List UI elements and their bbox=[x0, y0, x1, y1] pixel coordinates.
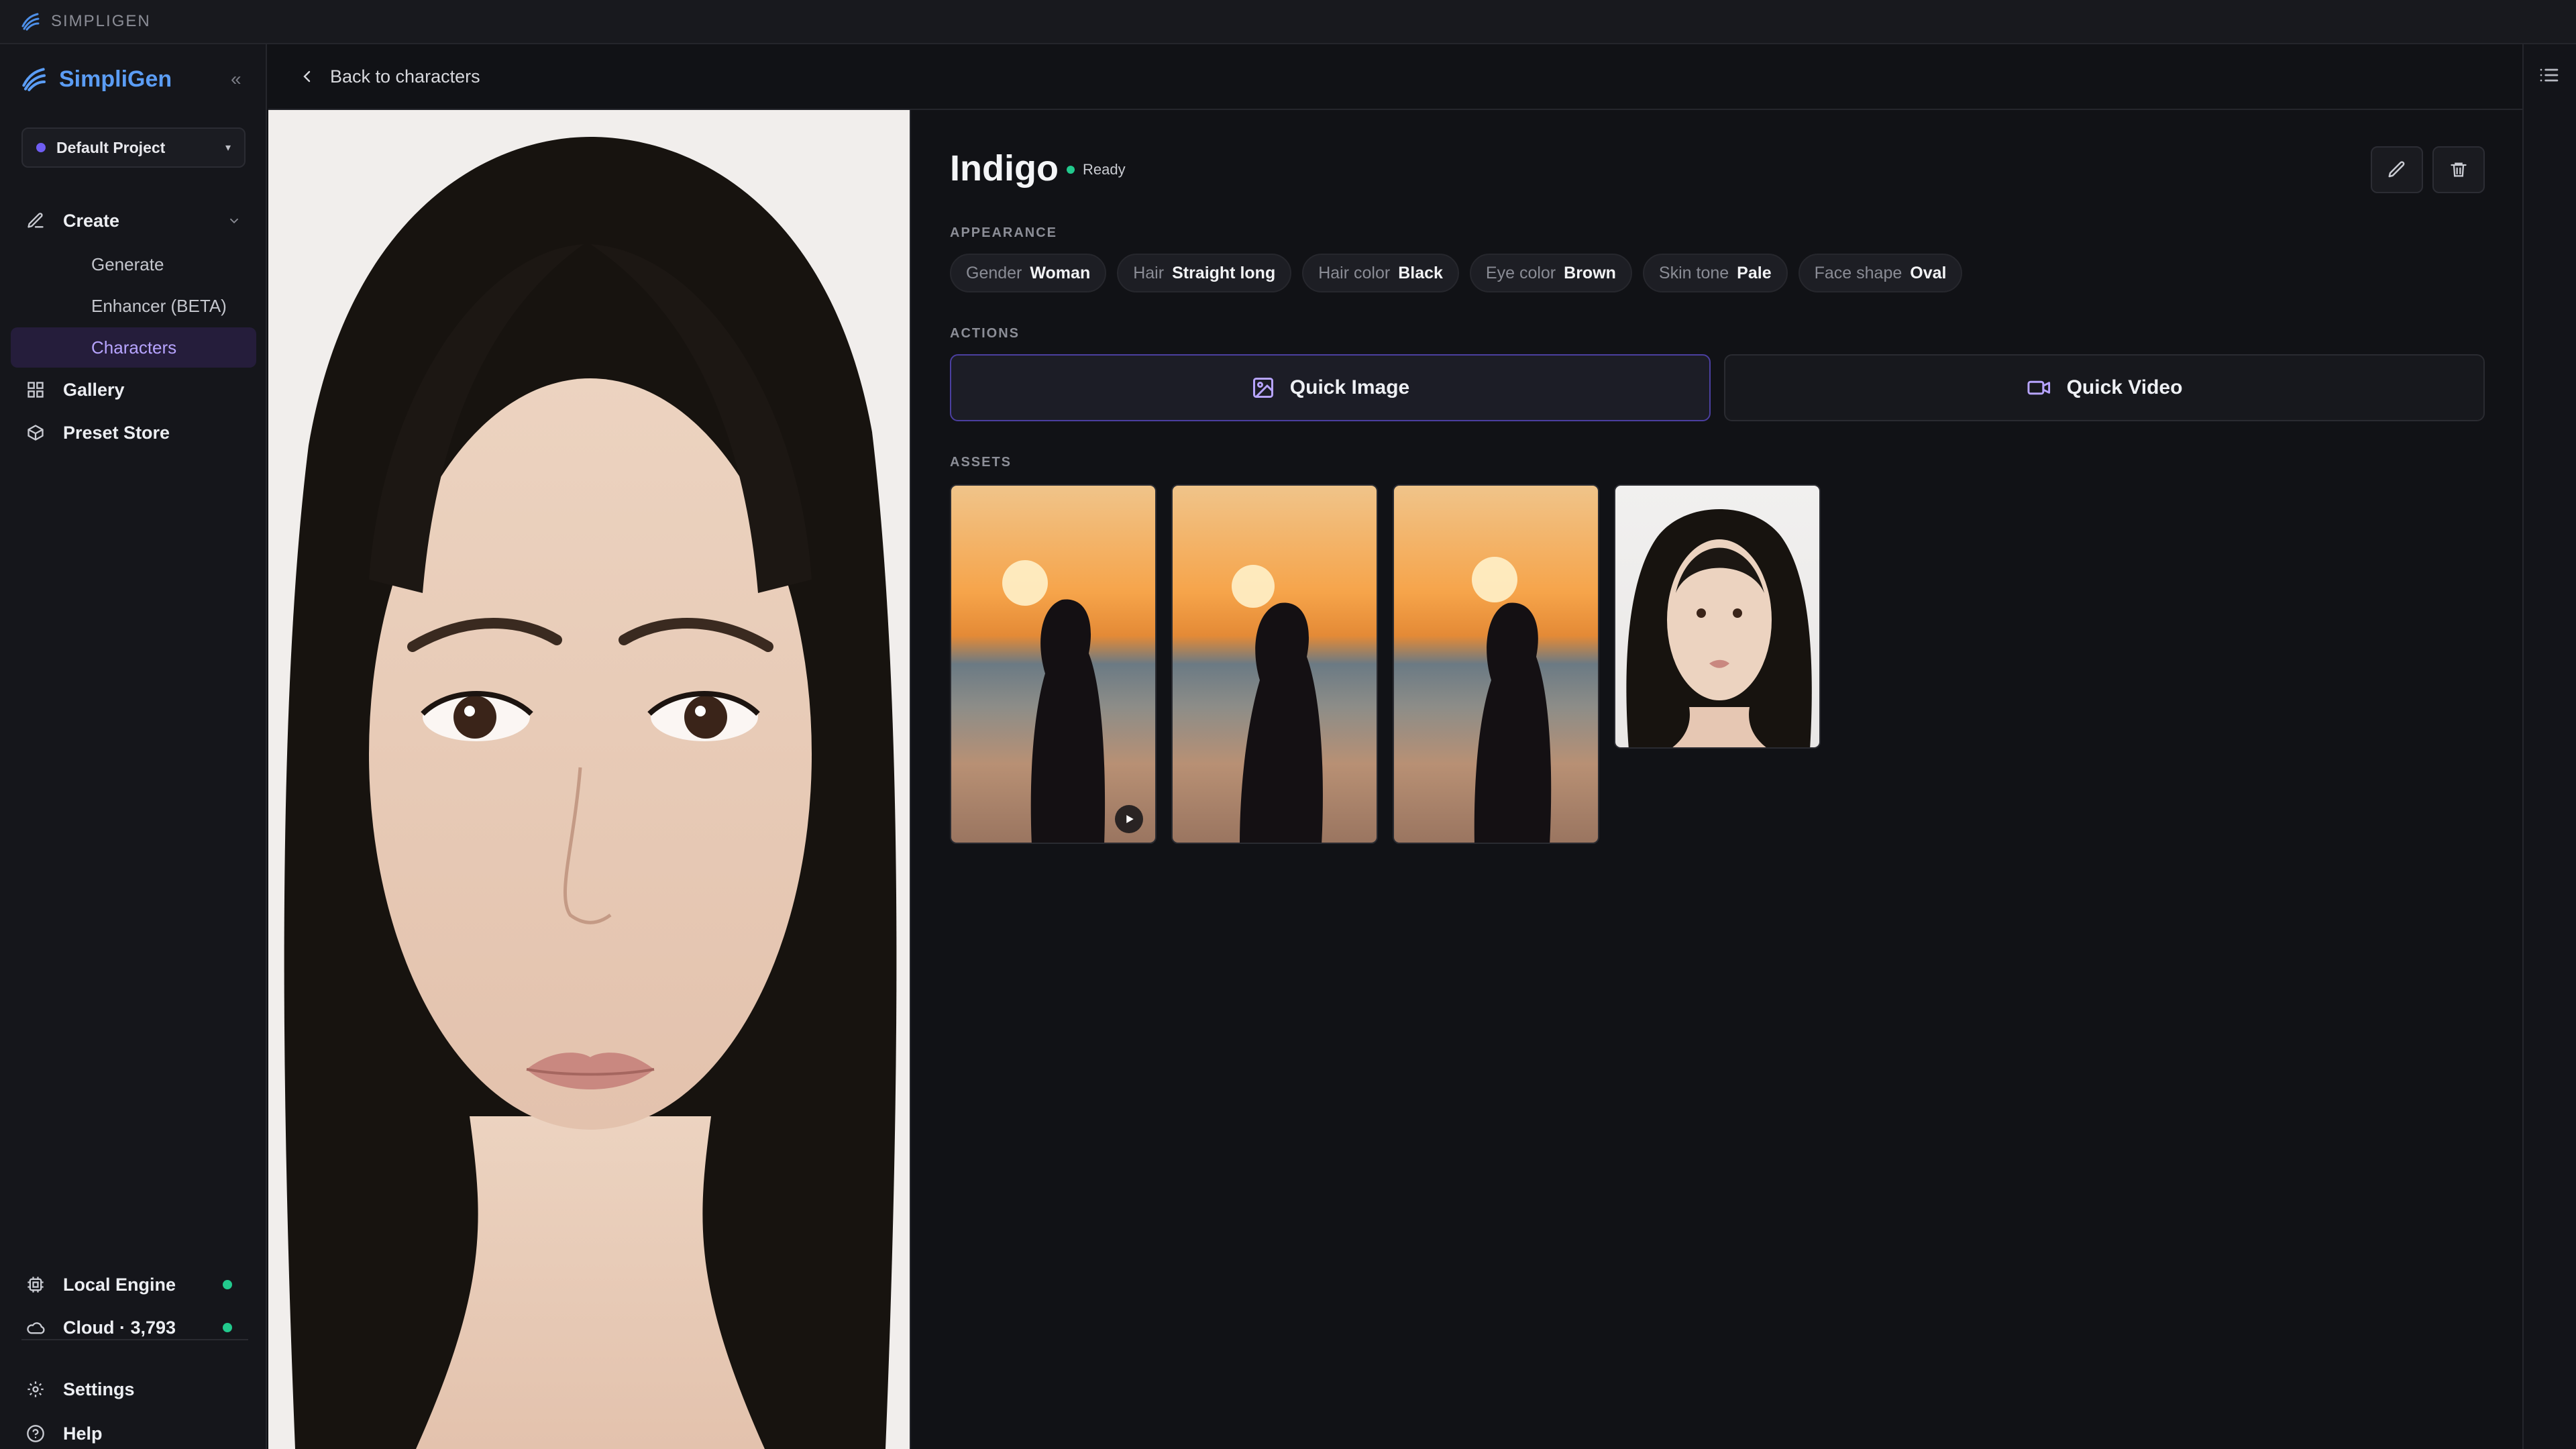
nav-cloud[interactable]: Cloud · 3,793 bbox=[11, 1308, 256, 1347]
chip-value: Straight long bbox=[1172, 263, 1276, 282]
local-engine-status-dot bbox=[223, 1280, 232, 1289]
nav-preset-store[interactable]: Preset Store bbox=[11, 413, 256, 452]
nav-gallery[interactable]: Gallery bbox=[11, 370, 256, 409]
nav-local-engine[interactable]: Local Engine bbox=[11, 1265, 256, 1304]
brand-name: SimpliGen bbox=[59, 66, 172, 92]
chip-hair: Hair Straight long bbox=[1117, 254, 1292, 292]
app-title: SIMPLIGEN bbox=[51, 12, 151, 30]
app-logo-icon bbox=[21, 13, 40, 31]
quick-image-label: Quick Image bbox=[1289, 376, 1410, 398]
chip-key: Skin tone bbox=[1658, 263, 1729, 282]
nav-help[interactable]: Help bbox=[11, 1414, 256, 1449]
collapse-sidebar-icon[interactable]: « bbox=[231, 68, 241, 90]
project-selector[interactable]: Default Project ▾ bbox=[21, 127, 246, 168]
nav-gallery-label: Gallery bbox=[63, 379, 125, 400]
sidebar-item-generate[interactable]: Generate bbox=[11, 244, 256, 284]
cloud-icon bbox=[25, 1318, 46, 1338]
brand-logo-icon bbox=[22, 68, 46, 91]
play-icon bbox=[1115, 805, 1143, 833]
appearance-heading: APPEARANCE bbox=[950, 225, 1058, 240]
nav-create-label: Create bbox=[63, 210, 120, 231]
asset-image bbox=[1472, 557, 1552, 843]
chip-hair-color: Hair color Black bbox=[1302, 254, 1459, 292]
grid-icon bbox=[25, 380, 46, 400]
character-detail: Indigo Ready APPEARANCE Gender Woman Hai… bbox=[912, 110, 2522, 1449]
chip-key: Face shape bbox=[1814, 263, 1902, 282]
chip-skin-tone: Skin tone Pale bbox=[1642, 254, 1788, 292]
quick-image-button[interactable]: Quick Image bbox=[950, 354, 1711, 421]
nav-local-engine-label: Local Engine bbox=[63, 1274, 176, 1295]
chip-value: Pale bbox=[1737, 263, 1772, 282]
asset-image bbox=[1626, 509, 1812, 747]
chip-key: Hair color bbox=[1318, 263, 1391, 282]
project-label: Default Project bbox=[56, 138, 166, 156]
actions-heading: ACTIONS bbox=[950, 326, 1020, 341]
pencil-icon bbox=[25, 211, 46, 231]
chip-value: Black bbox=[1398, 263, 1443, 282]
character-name: Indigo bbox=[950, 148, 1059, 189]
portrait-image bbox=[268, 110, 910, 1449]
sidebar-item-characters[interactable]: Characters bbox=[11, 327, 256, 368]
status-badge: Ready bbox=[1067, 161, 1126, 178]
quick-video-button[interactable]: Quick Video bbox=[1724, 354, 2485, 421]
list-icon[interactable] bbox=[2538, 64, 2560, 86]
chip-key: Gender bbox=[966, 263, 1022, 282]
cpu-icon bbox=[25, 1275, 46, 1295]
nav-cloud-label: Cloud · 3,793 bbox=[63, 1317, 176, 1338]
assets-heading: ASSETS bbox=[950, 455, 1012, 470]
title-bar: SIMPLIGEN bbox=[0, 0, 2576, 44]
nav-settings-label: Settings bbox=[63, 1379, 135, 1399]
sidebar-item-enhancer[interactable]: Enhancer (BETA) bbox=[11, 286, 256, 326]
status-dot bbox=[1067, 166, 1075, 174]
asset-thumbnail[interactable] bbox=[1614, 484, 1821, 749]
asset-image bbox=[1002, 560, 1106, 843]
sidebar: SimpliGen « Default Project ▾ Create Gen… bbox=[0, 44, 267, 1449]
character-portrait bbox=[268, 110, 911, 1449]
chip-eye-color: Eye color Brown bbox=[1469, 254, 1632, 292]
back-label: Back to characters bbox=[330, 66, 480, 87]
chevron-down-icon bbox=[229, 218, 239, 224]
page-header: Back to characters bbox=[268, 44, 2522, 110]
chip-gender: Gender Woman bbox=[950, 254, 1107, 292]
chip-value: Oval bbox=[1910, 263, 1947, 282]
back-to-characters-link[interactable]: Back to characters bbox=[299, 66, 480, 87]
nav-create[interactable]: Create bbox=[11, 201, 256, 240]
cloud-status-dot bbox=[223, 1323, 232, 1332]
status-text: Ready bbox=[1083, 161, 1126, 178]
asset-thumbnail[interactable] bbox=[1393, 484, 1599, 844]
chevron-left-icon bbox=[303, 70, 311, 83]
chip-value: Brown bbox=[1564, 263, 1616, 282]
asset-image bbox=[1232, 565, 1323, 843]
chip-key: Hair bbox=[1133, 263, 1165, 282]
chip-value: Woman bbox=[1030, 263, 1091, 282]
chevron-down-icon: ▾ bbox=[225, 142, 231, 154]
project-color-dot bbox=[36, 143, 46, 152]
pencil-icon bbox=[2388, 161, 2405, 178]
package-icon bbox=[25, 423, 46, 443]
chip-key: Eye color bbox=[1485, 263, 1556, 282]
delete-button[interactable] bbox=[2432, 146, 2485, 193]
trash-icon bbox=[2451, 162, 2467, 177]
nav-help-label: Help bbox=[63, 1423, 103, 1444]
quick-video-label: Quick Video bbox=[2066, 376, 2183, 398]
chip-face-shape: Face shape Oval bbox=[1798, 254, 1963, 292]
right-rail bbox=[2522, 44, 2576, 1449]
video-icon bbox=[2027, 380, 2050, 395]
asset-thumbnail[interactable] bbox=[950, 484, 1157, 844]
appearance-chips: Gender Woman Hair Straight long Hair col… bbox=[950, 254, 1963, 292]
nav-preset-store-label: Preset Store bbox=[63, 422, 170, 443]
image-icon bbox=[1252, 378, 1273, 398]
sidebar-divider bbox=[21, 1339, 248, 1340]
gear-icon bbox=[25, 1379, 46, 1399]
nav-settings[interactable]: Settings bbox=[11, 1370, 256, 1409]
edit-button[interactable] bbox=[2371, 146, 2423, 193]
asset-thumbnail[interactable] bbox=[1171, 484, 1378, 844]
brand[interactable]: SimpliGen bbox=[20, 66, 172, 93]
help-circle-icon bbox=[25, 1424, 46, 1444]
